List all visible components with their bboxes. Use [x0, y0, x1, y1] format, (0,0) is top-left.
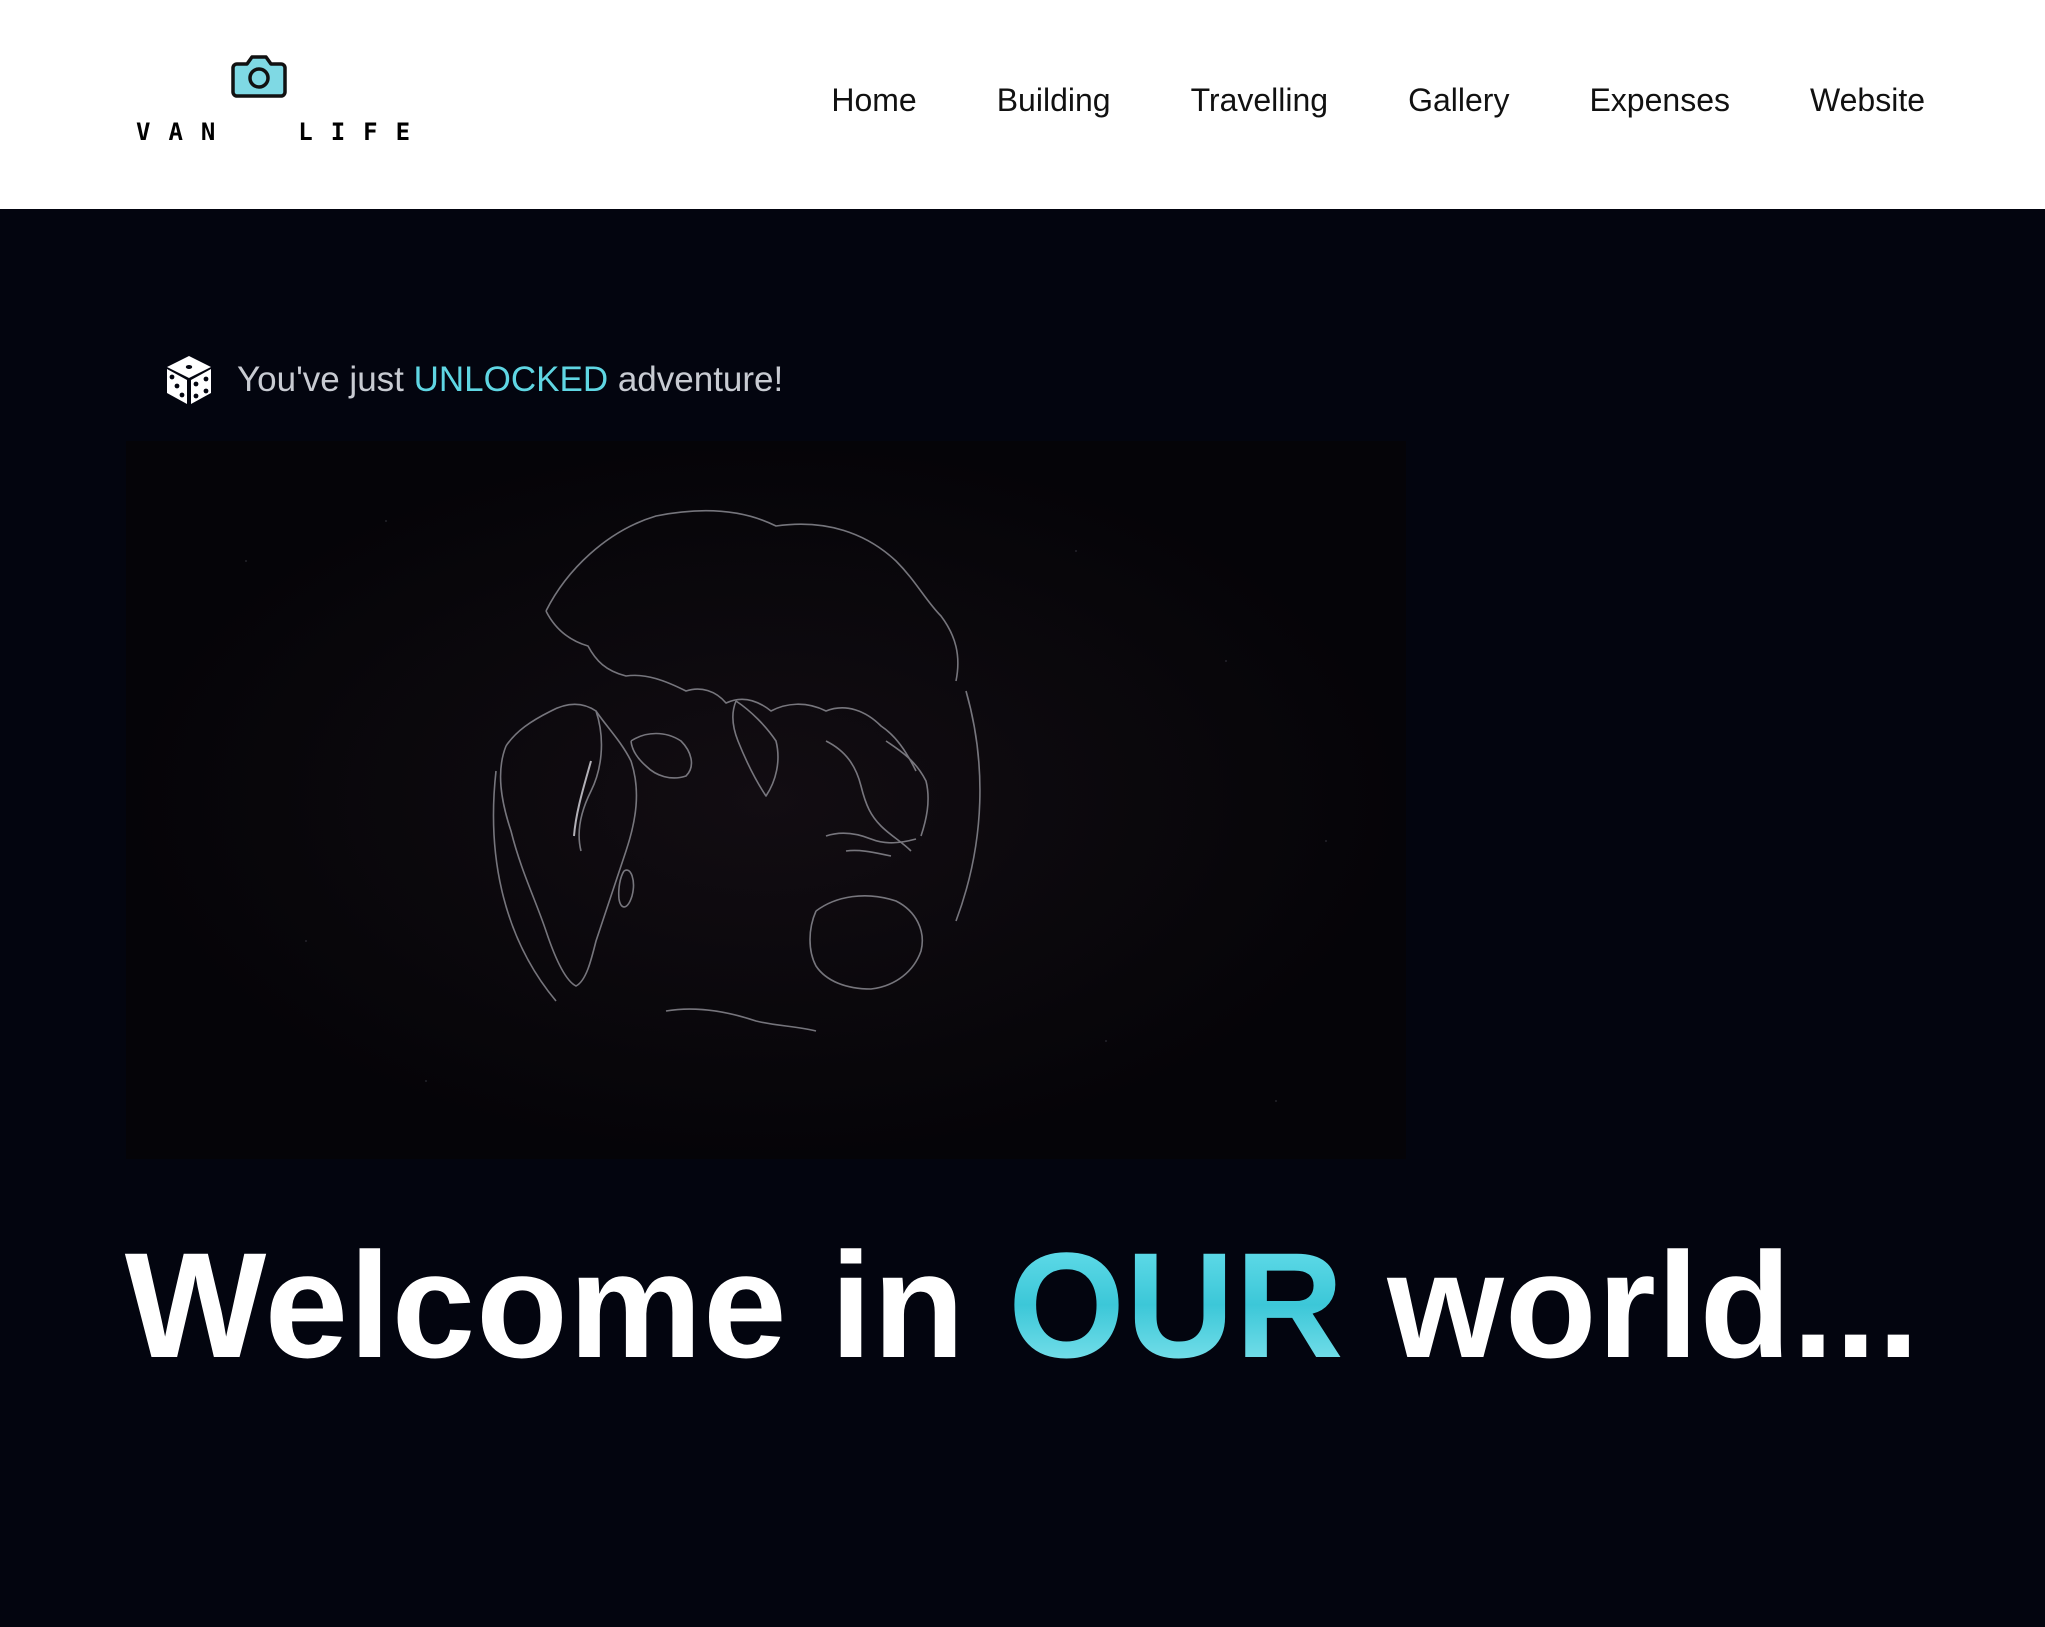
main-nav: Home Building Travelling Gallery Expense… — [831, 82, 1925, 119]
headline-prefix: Welcome in — [124, 1221, 1009, 1389]
site-header: VAN LIFE Home Building Travelling Galler… — [0, 0, 2045, 209]
unlock-text-suffix: adventure! — [608, 360, 784, 399]
dice-icon — [167, 356, 211, 404]
unlock-text-prefix: You've just — [237, 360, 414, 399]
nav-gallery[interactable]: Gallery — [1408, 82, 1509, 119]
unlock-text-accent: UNLOCKED — [413, 360, 609, 399]
logo-text: VAN LIFE — [136, 118, 429, 146]
unlock-text: You've just UNLOCKED adventure! — [237, 360, 783, 400]
headline-suffix: world... — [1344, 1221, 1921, 1389]
globe-video[interactable] — [126, 441, 1406, 1159]
nav-building[interactable]: Building — [997, 82, 1111, 119]
hero-section: You've just UNLOCKED adventure! Welcome … — [0, 209, 2045, 1627]
site-logo[interactable]: VAN LIFE — [130, 50, 410, 150]
globe-illustration — [126, 441, 1406, 1159]
headline-accent: OUR — [1008, 1221, 1345, 1389]
nav-travelling[interactable]: Travelling — [1191, 82, 1329, 119]
nav-home[interactable]: Home — [831, 82, 916, 119]
nav-website[interactable]: Website — [1810, 82, 1925, 119]
hero-headline: Welcome in OUR world... — [0, 1219, 2045, 1392]
camera-icon — [231, 55, 287, 98]
unlock-banner: You've just UNLOCKED adventure! — [165, 354, 783, 406]
nav-expenses[interactable]: Expenses — [1589, 82, 1730, 119]
